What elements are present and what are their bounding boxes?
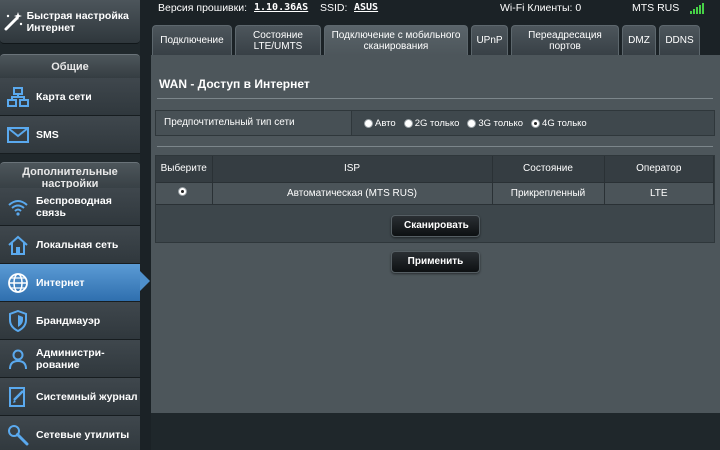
- option-label: Авто: [375, 117, 396, 129]
- network-option-3g[interactable]: 3G только: [467, 118, 523, 129]
- row-select-cell: [156, 182, 213, 205]
- wifi-icon: [0, 198, 36, 216]
- radio-button[interactable]: [403, 118, 413, 128]
- radio-button[interactable]: [467, 118, 477, 128]
- active-item-pointer: [140, 271, 150, 291]
- network-option-2g[interactable]: 2G только: [403, 117, 460, 129]
- signal-strength-icon: [690, 2, 704, 14]
- user-icon: [0, 348, 36, 370]
- sidebar-item-label: Сетевые утилиты: [36, 428, 130, 441]
- sidebar-item-system-log[interactable]: Системный журнал: [0, 378, 140, 416]
- radio-button[interactable]: [364, 118, 373, 128]
- sidebar-item-label: Интернет: [36, 276, 85, 289]
- radio-button-selected[interactable]: [531, 118, 541, 128]
- sidebar-item-firewall[interactable]: Брандмауэр: [0, 302, 140, 340]
- network-map-icon: [0, 86, 36, 107]
- quick-setup-button[interactable]: Быстрая настройка Интернет: [0, 0, 140, 44]
- sidebar-item-lan[interactable]: Локальная сеть: [0, 226, 140, 264]
- page-title: WAN - Доступ в Интернет: [159, 77, 310, 91]
- log-icon: [0, 386, 36, 408]
- magic-wand-icon: [0, 11, 27, 33]
- option-label: 4G только: [542, 117, 587, 129]
- main-panel: WAN - Доступ в Интернет Предпочтительный…: [151, 55, 720, 413]
- sidebar-item-label: Карта сети: [36, 90, 92, 103]
- firmware-label: Версия прошивки:: [158, 2, 248, 14]
- status-bar: Версия прошивки: 1.10.36AS SSID: ASUS Wi…: [150, 0, 720, 18]
- network-option-4g[interactable]: 4G только: [531, 118, 587, 129]
- sidebar-item-sms[interactable]: SMS: [0, 116, 140, 154]
- sidebar-item-label: Беспроводная связь: [36, 194, 112, 219]
- row-status-cell: Прикрепленный: [492, 182, 605, 205]
- quick-setup-label: Быстрая настройка Интернет: [26, 9, 129, 34]
- divider: [157, 146, 713, 147]
- ssid-label: SSID:: [320, 2, 348, 14]
- network-type-options: Авто 2G только 3G только 4G только: [352, 111, 714, 135]
- home-icon: [0, 235, 36, 255]
- column-header-select: Выберите: [156, 156, 213, 183]
- apply-button[interactable]: Применить: [391, 251, 480, 273]
- column-header-operator: Оператор: [604, 156, 714, 183]
- divider: [157, 98, 713, 99]
- sidebar-item-internet[interactable]: Интернет: [0, 264, 140, 302]
- tab-mobile-scan-connection[interactable]: Подключение с мобильного сканирования: [324, 25, 468, 55]
- table-row[interactable]: Автоматическая (MTS RUS) Прикрепленный L…: [156, 182, 714, 205]
- tab-port-forwarding[interactable]: Переадресация портов: [511, 25, 619, 55]
- sidebar-item-wireless[interactable]: Беспроводная связь: [0, 188, 140, 226]
- sidebar-item-network-tools[interactable]: Сетевые утилиты: [0, 416, 140, 450]
- sidebar-item-label: Системный журнал: [36, 390, 138, 403]
- sidebar-item-label: Брандмауэр: [36, 314, 101, 327]
- ssid-link[interactable]: ASUS: [354, 2, 378, 13]
- scan-button[interactable]: Сканировать: [391, 215, 480, 237]
- firmware-version-link[interactable]: 1.10.36AS: [254, 2, 308, 13]
- row-operator-cell: LTE: [604, 182, 714, 205]
- general-section-header: Общие: [0, 54, 140, 78]
- shield-icon: [0, 309, 36, 332]
- tab-lte-umts-status[interactable]: Состояние LTE/UMTS: [235, 25, 321, 55]
- option-label: 2G только: [414, 117, 460, 129]
- option-label: 3G только: [478, 117, 524, 129]
- row-select-radio[interactable]: [178, 187, 188, 196]
- sidebar-item-label: SMS: [36, 128, 59, 141]
- column-header-status: Состояние: [492, 156, 605, 183]
- footer-area: [151, 413, 720, 450]
- isp-table: Выберите ISP Состояние Оператор Автомати…: [156, 156, 714, 205]
- tools-icon: [0, 424, 36, 446]
- column-header-isp: ISP: [212, 156, 493, 183]
- sidebar-item-network-map[interactable]: Карта сети: [0, 78, 140, 116]
- sidebar-item-label: Администри-рование: [36, 346, 105, 371]
- sidebar: Быстрая настройка Интернет Общие Карта с…: [0, 0, 140, 450]
- globe-icon: [0, 272, 36, 294]
- sidebar-item-administration[interactable]: Администри-рование: [0, 340, 140, 378]
- tab-upnp[interactable]: UPnP: [471, 25, 508, 55]
- operator-name: MTS RUS: [632, 2, 680, 14]
- wifi-clients-status: Wi-Fi Клиенты: 0: [500, 2, 582, 14]
- envelope-icon: [0, 126, 36, 143]
- network-type-label: Предпочтительный тип сети: [156, 111, 352, 135]
- row-isp-cell: Автоматическая (MTS RUS): [212, 182, 493, 205]
- tab-dmz[interactable]: DMZ: [622, 25, 656, 55]
- tab-connection[interactable]: Подключение: [152, 25, 232, 55]
- network-type-row: Предпочтительный тип сети Авто 2G только…: [155, 110, 715, 136]
- network-option-auto[interactable]: Авто: [364, 118, 396, 129]
- tab-ddns[interactable]: DDNS: [659, 25, 700, 55]
- sidebar-item-label: Локальная сеть: [36, 238, 119, 251]
